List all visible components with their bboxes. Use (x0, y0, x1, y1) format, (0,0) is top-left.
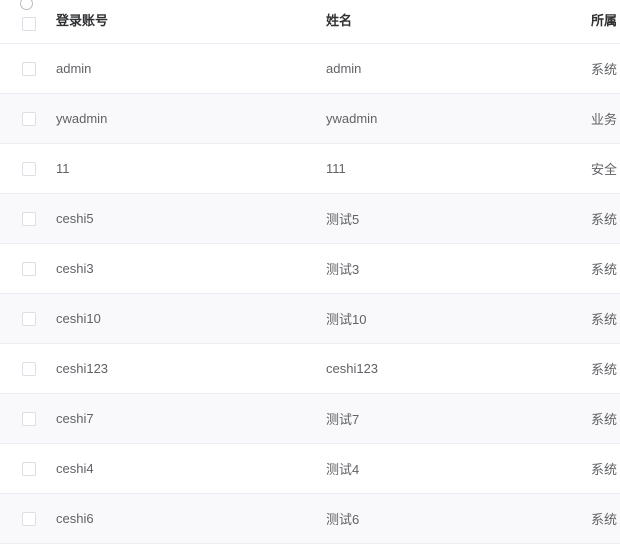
cell-dept: 系统 (591, 43, 620, 93)
cell-login: ceshi4 (56, 443, 326, 493)
table-row[interactable]: 11111安全 (0, 143, 620, 193)
row-checkbox[interactable] (22, 262, 36, 276)
table-row[interactable]: adminadmin系统 (0, 43, 620, 93)
cell-login: admin (56, 43, 326, 93)
table-row[interactable]: ceshi123ceshi123系统 (0, 343, 620, 393)
cell-name: 测试3 (326, 243, 591, 293)
cell-dept: 系统 (591, 293, 620, 343)
row-checkbox[interactable] (22, 462, 36, 476)
cell-name: 测试10 (326, 293, 591, 343)
cell-dept: 业务 (591, 93, 620, 143)
table-row[interactable]: ceshi5测试5系统 (0, 193, 620, 243)
cell-login: ceshi3 (56, 243, 326, 293)
cell-dept: 系统 (591, 193, 620, 243)
col-header-name[interactable]: 姓名 (326, 0, 591, 43)
row-checkbox[interactable] (22, 62, 36, 76)
cell-name: 测试6 (326, 493, 591, 543)
sort-indicator-icon[interactable] (20, 0, 33, 10)
cell-dept: 系统 (591, 443, 620, 493)
cell-dept: 安全 (591, 143, 620, 193)
row-checkbox[interactable] (22, 412, 36, 426)
row-checkbox[interactable] (22, 162, 36, 176)
cell-login: ywadmin (56, 93, 326, 143)
cell-login: ceshi10 (56, 293, 326, 343)
cell-login: ceshi123 (56, 343, 326, 393)
cell-dept: 系统 (591, 493, 620, 543)
cell-dept: 系统 (591, 243, 620, 293)
col-header-login[interactable]: 登录账号 (56, 0, 326, 43)
table-row[interactable]: ceshi6测试6系统 (0, 493, 620, 543)
row-checkbox[interactable] (22, 362, 36, 376)
cell-login: ceshi6 (56, 493, 326, 543)
select-all-checkbox[interactable] (22, 17, 36, 31)
cell-dept: 系统 (591, 343, 620, 393)
cell-name: 测试5 (326, 193, 591, 243)
cell-name: 111 (326, 143, 591, 193)
cell-name: 测试4 (326, 443, 591, 493)
cell-login: ceshi7 (56, 393, 326, 443)
cell-name: 测试7 (326, 393, 591, 443)
table-row[interactable]: ceshi7测试7系统 (0, 393, 620, 443)
cell-name: ywadmin (326, 93, 591, 143)
user-table: 登录账号 姓名 所属 adminadmin系统ywadminywadmin业务1… (0, 0, 620, 544)
cell-login: 11 (56, 143, 326, 193)
row-checkbox[interactable] (22, 512, 36, 526)
table-header-row: 登录账号 姓名 所属 (0, 0, 620, 43)
table-row[interactable]: ceshi3测试3系统 (0, 243, 620, 293)
col-header-dept[interactable]: 所属 (591, 0, 620, 43)
table-row[interactable]: ywadminywadmin业务 (0, 93, 620, 143)
row-checkbox[interactable] (22, 112, 36, 126)
cell-name: admin (326, 43, 591, 93)
table-row[interactable]: ceshi10测试10系统 (0, 293, 620, 343)
cell-dept: 系统 (591, 393, 620, 443)
table-row[interactable]: ceshi4测试4系统 (0, 443, 620, 493)
row-checkbox[interactable] (22, 312, 36, 326)
row-checkbox[interactable] (22, 212, 36, 226)
cell-login: ceshi5 (56, 193, 326, 243)
cell-name: ceshi123 (326, 343, 591, 393)
